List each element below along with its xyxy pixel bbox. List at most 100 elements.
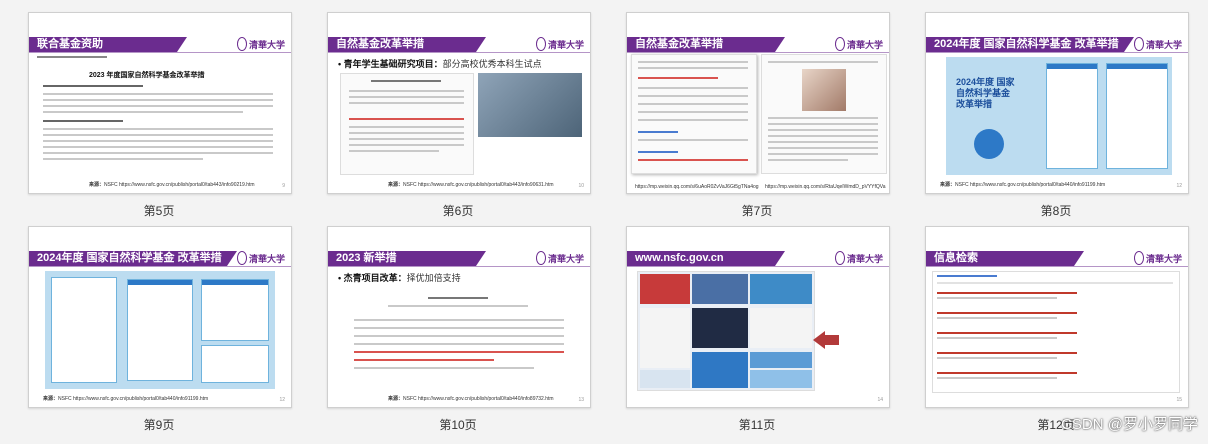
slide-source: 来源：NSFC https://www.nsfc.gov.cn/publish/… — [388, 396, 554, 402]
highlight-line — [638, 77, 718, 79]
text-line — [768, 147, 878, 149]
text-line — [43, 120, 123, 122]
text-line — [349, 144, 464, 146]
text-line — [638, 111, 748, 113]
text-line — [43, 99, 273, 101]
banner-tile — [692, 274, 748, 304]
tsinghua-logo: 清華大学 — [1134, 249, 1182, 267]
tsinghua-logo: 清華大学 — [835, 249, 883, 267]
text-line — [937, 282, 1173, 284]
seal-icon — [1134, 251, 1144, 265]
banner-tile — [640, 274, 690, 304]
slide-heading: • 杰青项目改革：择优加倍支持 — [338, 273, 461, 283]
tsinghua-logo: 清華大学 — [237, 35, 285, 53]
text-line — [43, 85, 143, 87]
link-tile — [640, 370, 690, 388]
slide-source: 来源：NSFC https://www.nsfc.gov.cn/publish/… — [388, 182, 554, 188]
info-panel — [201, 345, 269, 383]
panel-header — [202, 280, 268, 285]
slide-title: 自然基金改革举措 — [627, 37, 785, 52]
text-line — [768, 141, 878, 143]
text-line — [638, 95, 748, 97]
text-line — [638, 151, 678, 153]
seal-icon — [237, 37, 247, 51]
text-line — [349, 150, 439, 152]
text-line — [43, 105, 273, 107]
seal-icon — [536, 37, 546, 51]
slide-preview[interactable]: www.nsfc.gov.cn 清華大学 14 — [626, 226, 890, 408]
slide-title: 2023 新举措 — [328, 251, 486, 266]
tsinghua-logo: 清華大学 — [536, 35, 584, 53]
highlight-line — [349, 118, 464, 120]
slide-thumbnail-grid: 联合基金资助 清華大学 2023 年度国家自然科学基金改革举措 来源：NSFC … — [28, 12, 1189, 432]
tsinghua-logo: 清華大学 — [237, 249, 285, 267]
result-title-line — [937, 332, 1077, 334]
title-underline — [328, 266, 590, 267]
title-underline — [29, 266, 291, 267]
text-line — [638, 67, 748, 69]
text-line — [43, 140, 273, 142]
text-line — [349, 138, 464, 140]
text-line — [43, 93, 273, 95]
portrait-photo — [802, 69, 846, 111]
text-line — [349, 102, 464, 104]
slide-preview[interactable]: 信息检索 清華大学 15 — [925, 226, 1189, 408]
text-line — [638, 119, 748, 121]
seal-icon — [536, 251, 546, 265]
text-line — [354, 319, 564, 321]
infographic — [45, 271, 275, 389]
slide-title: 2024年度 国家自然科学基金 改革举措 — [29, 251, 237, 266]
article-screenshot-right — [761, 54, 887, 174]
text-line — [638, 103, 748, 105]
text-line — [354, 343, 564, 345]
tsinghua-logo: 清華大学 — [536, 249, 584, 267]
slide-title: 信息检索 — [926, 251, 1084, 266]
badge-icon — [974, 129, 1004, 159]
slide-preview[interactable]: 自然基金改革举措 清華大学 https://mp.weixin.qq.com/s… — [626, 12, 890, 194]
search-results-screenshot — [932, 271, 1180, 393]
text-line — [937, 337, 1057, 339]
service-tile — [692, 352, 748, 388]
url-right[interactable]: https://mp.weixin.qq.com/s/RtaUqeIWmdD_p… — [765, 184, 886, 190]
text-line — [638, 139, 748, 141]
slide-page-number: 10 — [578, 183, 584, 189]
slide-preview[interactable]: 联合基金资助 清華大学 2023 年度国家自然科学基金改革举措 来源：NSFC … — [28, 12, 292, 194]
slide-label: 第9页 — [143, 418, 175, 432]
text-line — [354, 367, 534, 369]
slide-preview[interactable]: 2024年度 国家自然科学基金 改革举措 清華大学 2024年度 国家自然科学基… — [925, 12, 1189, 194]
text-line — [354, 327, 564, 329]
text-line — [388, 305, 528, 307]
text-line — [768, 153, 878, 155]
tsinghua-logo: 清華大学 — [1134, 35, 1182, 53]
text-line — [937, 377, 1057, 379]
slide-label: 第7页 — [741, 204, 773, 218]
slide-preview[interactable]: 自然基金改革举措 清華大学 • 青年学生基础研究项目：部分高校优秀本科生试点 来… — [327, 12, 591, 194]
panel-header — [1107, 64, 1167, 69]
slide-preview[interactable]: 2024年度 国家自然科学基金 改革举措 清華大学 来源：NSFC https:… — [28, 226, 292, 408]
text-line — [638, 87, 748, 89]
classroom-photo — [478, 73, 582, 137]
info-panel — [127, 279, 193, 381]
highlight-line — [354, 351, 564, 353]
banner-tile — [750, 274, 812, 304]
text-line — [43, 111, 243, 113]
slide-preview[interactable]: 2023 新举措 清華大学 • 杰青项目改革：择优加倍支持 来源：NSFC ht… — [327, 226, 591, 408]
result-title-line — [937, 292, 1077, 294]
service-tile — [750, 370, 812, 388]
news-image — [692, 308, 748, 348]
slide-title: 自然基金改革举措 — [328, 37, 486, 52]
text-line — [638, 61, 748, 63]
text-line — [428, 297, 488, 299]
url-left[interactable]: https://mp.weixin.qq.com/s/6uAoR0ZvVaJ6G… — [635, 184, 759, 190]
slide-title: www.nsfc.gov.cn — [627, 251, 785, 266]
slide-source: 来源：NSFC https://www.nsfc.gov.cn/publish/… — [43, 396, 209, 402]
panel-header — [128, 280, 192, 285]
slide-label: 第10页 — [439, 418, 477, 432]
text-line — [43, 128, 273, 130]
result-title-line — [937, 312, 1077, 314]
text-line — [768, 129, 878, 131]
title-underline — [627, 266, 889, 267]
slide-page-number: 15 — [1176, 397, 1182, 403]
text-line — [37, 56, 107, 58]
text-line — [349, 90, 464, 92]
